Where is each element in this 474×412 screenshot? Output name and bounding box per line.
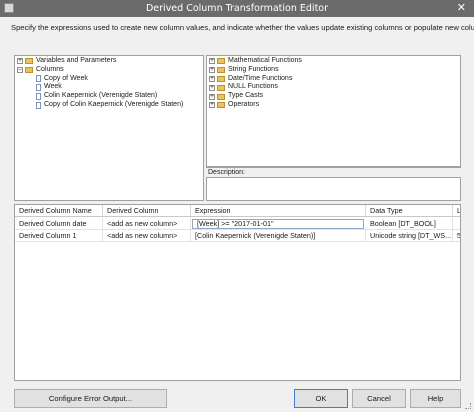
table-row[interactable]: Derived Column date <add as new column> … xyxy=(15,218,460,230)
functions-tree-panel[interactable]: + Mathematical Functions + String Functi… xyxy=(206,55,461,167)
description-label: Description: xyxy=(206,167,461,177)
tree-item-label: Columns xyxy=(36,65,64,73)
tree-item-label: Copy of Week xyxy=(44,74,88,82)
column-header-expression[interactable]: Expression xyxy=(191,205,366,216)
tree-item-column[interactable]: Copy of Colin Kaepernick (Verenigde Stat… xyxy=(36,101,201,110)
tree-item-operators[interactable]: + Operators xyxy=(209,101,458,110)
folder-icon xyxy=(217,84,225,91)
tree-item-label: Copy of Colin Kaepernick (Verenigde Stat… xyxy=(44,100,184,108)
tree-item-date-time-functions[interactable]: + Date/Time Functions xyxy=(209,75,458,84)
expand-plus-icon[interactable]: + xyxy=(209,102,215,109)
ok-button[interactable]: OK xyxy=(294,389,348,408)
window-title: Derived Column Transformation Editor xyxy=(145,3,329,14)
column-icon xyxy=(36,101,41,109)
column-header-length[interactable]: Le xyxy=(453,205,460,216)
column-header-data-type[interactable]: Data Type xyxy=(366,205,453,216)
expand-plus-icon[interactable]: + xyxy=(209,58,215,65)
expand-plus-icon[interactable]: + xyxy=(209,84,215,91)
cell-derived-column-name[interactable]: Derived Column date xyxy=(15,218,103,229)
tree-item-label: Variables and Parameters xyxy=(36,57,117,64)
close-icon[interactable]: ✕ xyxy=(457,1,466,14)
folder-icon xyxy=(217,67,225,74)
title-bar: Derived Column Transformation Editor ✕ xyxy=(0,0,474,17)
description-box xyxy=(206,177,461,201)
derived-columns-grid[interactable]: Derived Column Name Derived Column Expre… xyxy=(14,204,461,381)
column-header-derived-column-name[interactable]: Derived Column Name xyxy=(15,205,103,216)
cell-data-type[interactable]: Boolean [DT_BOOL] xyxy=(366,218,453,229)
table-row[interactable]: Derived Column 1 <add as new column> [Co… xyxy=(15,230,460,242)
tree-item-variables-and-parameters[interactable]: + Variables and Parameters xyxy=(17,57,201,66)
resize-grip-icon[interactable] xyxy=(465,403,471,409)
tree-item-label: Operators xyxy=(228,100,260,108)
tree-item-column[interactable]: Copy of Week xyxy=(36,75,201,84)
tree-item-label: Week xyxy=(44,83,62,91)
cell-length[interactable]: 50 xyxy=(453,230,460,241)
collapse-minus-icon[interactable]: − xyxy=(17,67,23,74)
folder-icon xyxy=(25,67,33,74)
tree-item-label: Mathematical Functions xyxy=(228,57,302,64)
tree-item-mathematical-functions[interactable]: + Mathematical Functions xyxy=(209,57,458,66)
tree-item-column[interactable]: Week xyxy=(36,83,201,92)
tree-item-label: Colin Kaepernick (Verenigde Staten) xyxy=(44,92,158,100)
tree-item-string-functions[interactable]: + String Functions xyxy=(209,66,458,75)
cell-derived-column-name[interactable]: Derived Column 1 xyxy=(15,230,103,241)
cell-derived-column[interactable]: <add as new column> xyxy=(103,218,191,229)
tree-item-label: NULL Functions xyxy=(228,83,278,91)
tree-item-label: String Functions xyxy=(228,65,279,73)
app-icon xyxy=(4,3,14,13)
expand-plus-icon[interactable]: + xyxy=(209,93,215,100)
cell-length[interactable] xyxy=(453,218,460,229)
expand-plus-icon[interactable]: + xyxy=(209,67,215,74)
tree-item-column[interactable]: Colin Kaepernick (Verenigde Staten) xyxy=(36,92,201,101)
cell-expression[interactable]: [Week] >= "2017-01-01" xyxy=(192,219,364,229)
folder-icon xyxy=(25,58,33,65)
tree-item-type-casts[interactable]: + Type Casts xyxy=(209,92,458,101)
cell-data-type[interactable]: Unicode string [DT_WS... xyxy=(366,230,453,241)
expand-plus-icon[interactable]: + xyxy=(17,58,23,65)
tree-item-columns[interactable]: − Columns xyxy=(17,66,201,75)
instructions-text: Specify the expressions used to create n… xyxy=(11,23,474,32)
column-icon xyxy=(36,93,41,101)
folder-icon xyxy=(217,93,225,100)
configure-error-output-button[interactable]: Configure Error Output... xyxy=(14,389,167,408)
tree-item-null-functions[interactable]: + NULL Functions xyxy=(209,83,458,92)
folder-icon xyxy=(217,58,225,65)
help-button[interactable]: Help xyxy=(410,389,461,408)
expand-plus-icon[interactable]: + xyxy=(209,75,215,82)
cancel-button[interactable]: Cancel xyxy=(352,389,406,408)
column-icon xyxy=(36,75,41,83)
cell-derived-column[interactable]: <add as new column> xyxy=(103,230,191,241)
folder-icon xyxy=(217,102,225,109)
tree-item-label: Date/Time Functions xyxy=(228,74,293,82)
folder-icon xyxy=(217,75,225,82)
columns-tree-panel[interactable]: + Variables and Parameters − Columns Cop… xyxy=(14,55,204,201)
cell-expression[interactable]: [Colin Kaepernick (Verenigde Staten)] xyxy=(191,230,366,241)
tree-item-label: Type Casts xyxy=(228,92,264,100)
grid-header: Derived Column Name Derived Column Expre… xyxy=(15,205,460,217)
column-icon xyxy=(36,84,41,92)
column-header-derived-column[interactable]: Derived Column xyxy=(103,205,191,216)
